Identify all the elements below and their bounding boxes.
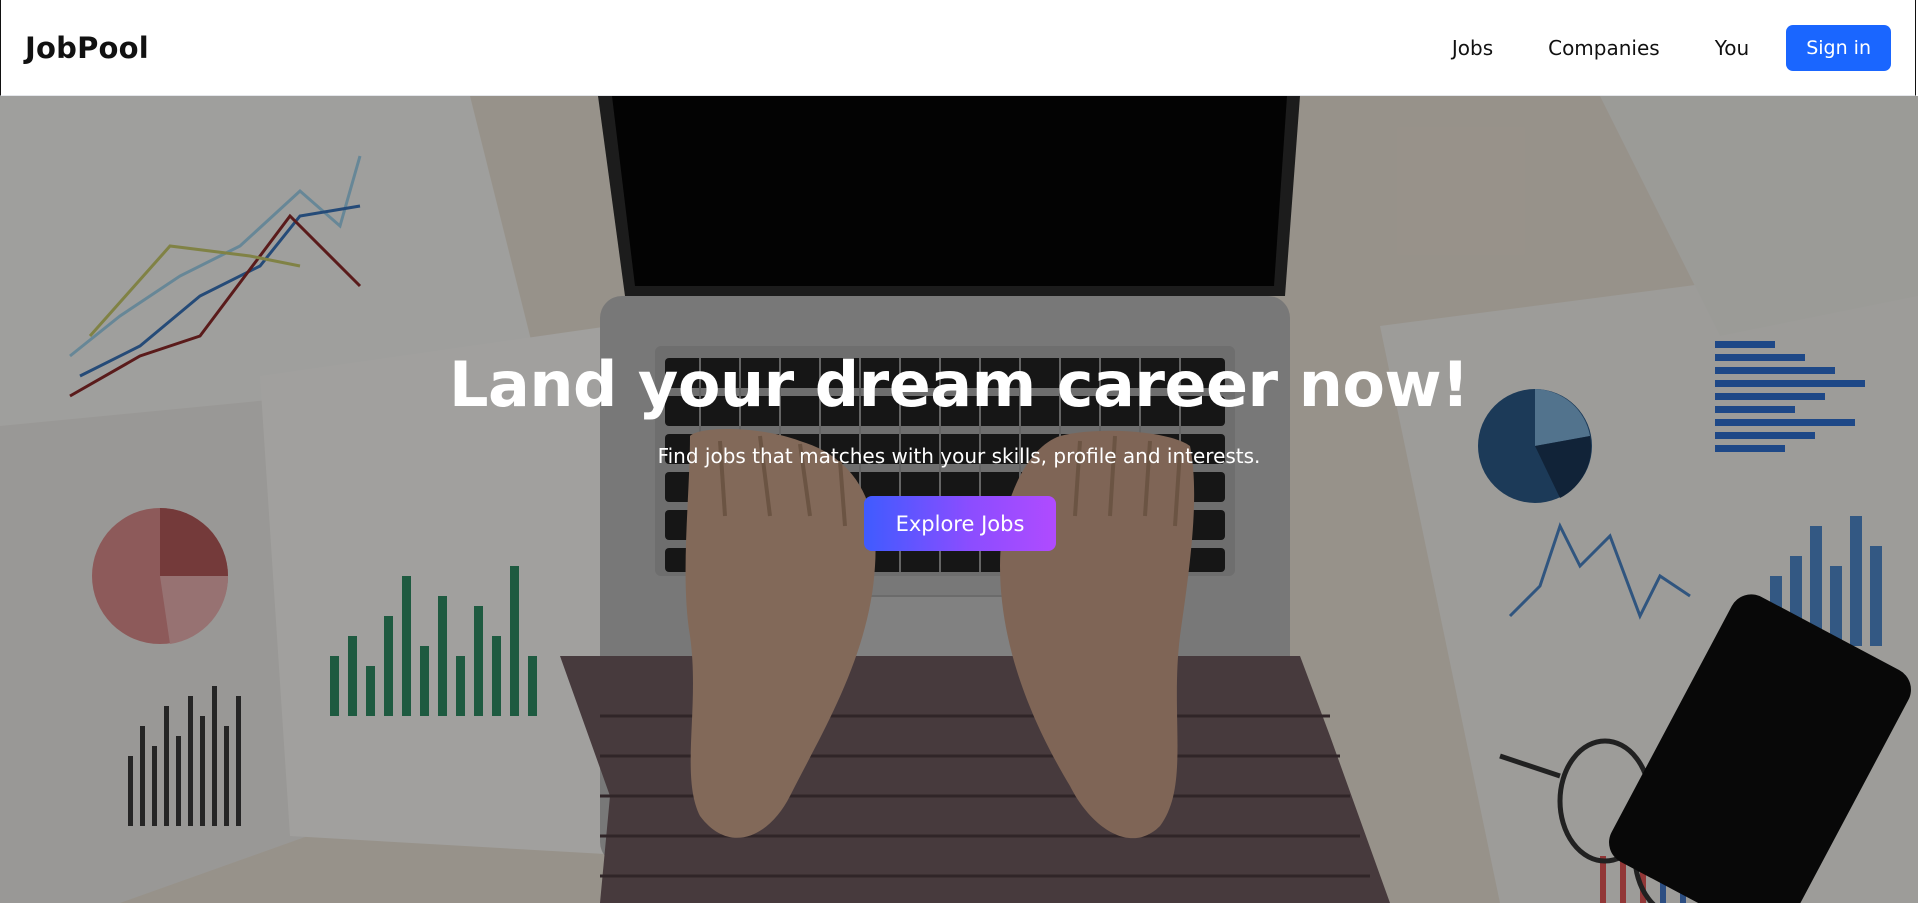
nav-link-companies[interactable]: Companies	[1548, 36, 1660, 60]
main-nav: Jobs Companies You Sign in	[1397, 24, 1891, 71]
top-navbar: JobPool Jobs Companies You Sign in	[0, 0, 1916, 96]
nav-link-jobs[interactable]: Jobs	[1452, 36, 1493, 60]
hero-headline: Land your dream career now!	[448, 348, 1470, 421]
hero-section: Land your dream career now! Find jobs th…	[0, 96, 1918, 903]
nav-link-you[interactable]: You	[1715, 36, 1749, 60]
brand-logo[interactable]: JobPool	[25, 31, 149, 65]
sign-in-button[interactable]: Sign in	[1786, 24, 1891, 71]
explore-jobs-button[interactable]: Explore Jobs	[864, 496, 1056, 551]
hero-subline: Find jobs that matches with your skills,…	[657, 444, 1261, 468]
